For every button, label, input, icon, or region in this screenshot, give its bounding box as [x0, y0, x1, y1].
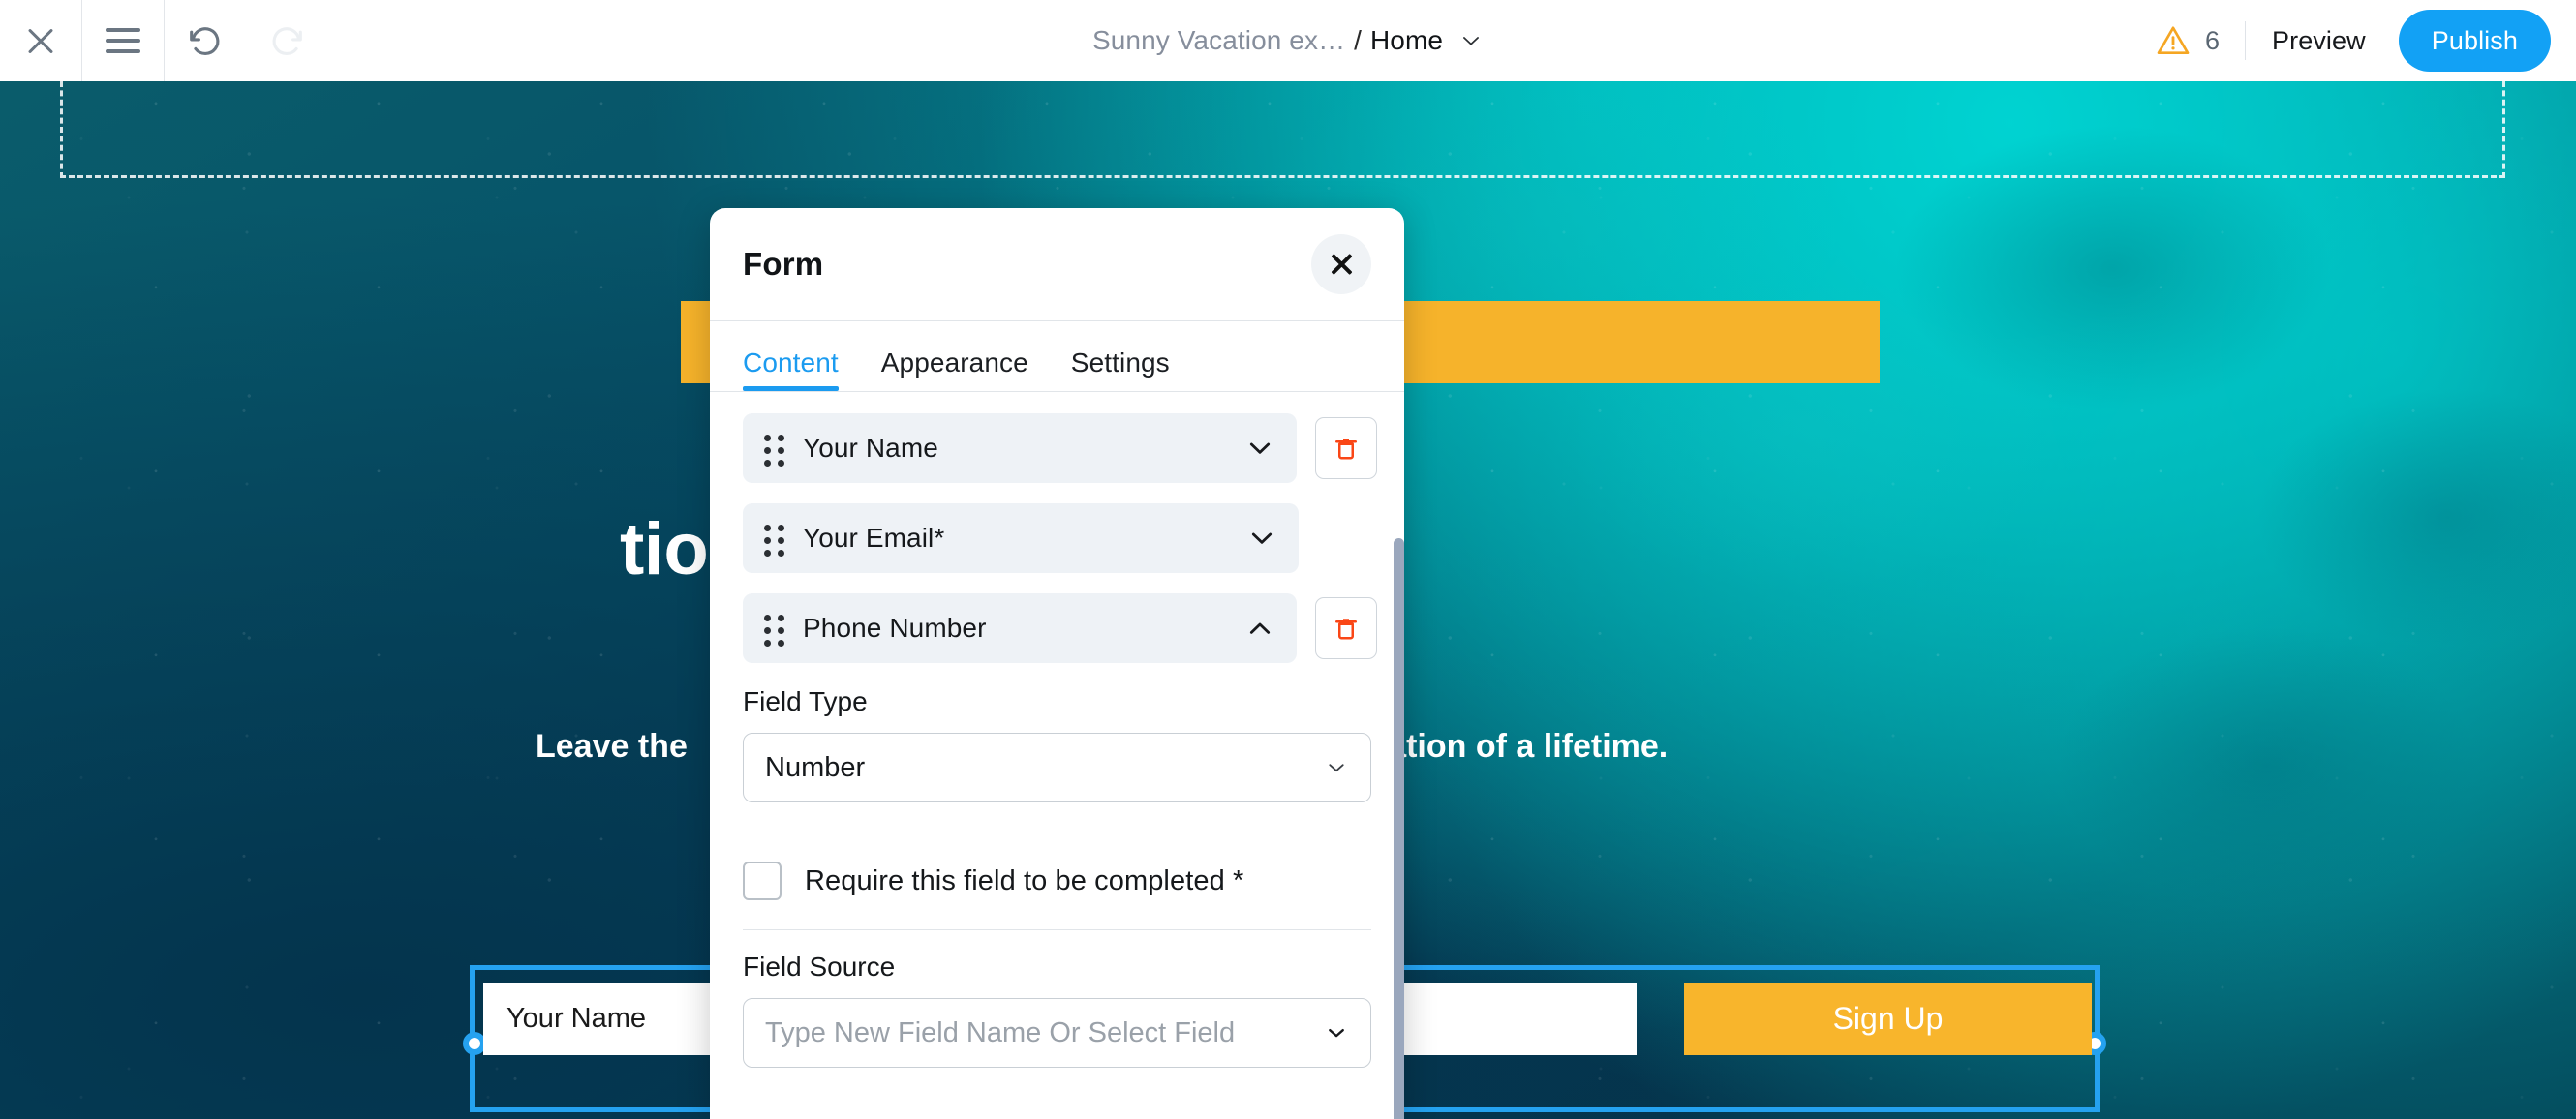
panel-scrollbar[interactable]: [1394, 538, 1404, 1119]
redo-icon: [272, 27, 302, 55]
hamburger-menu-icon: [106, 28, 140, 53]
chevron-down-icon: [1324, 1020, 1349, 1045]
undo-icon: [190, 27, 220, 55]
chevron-down-icon: [1324, 755, 1349, 780]
delete-field-button[interactable]: [1315, 597, 1377, 659]
chevron-up-icon[interactable]: [1244, 613, 1275, 644]
panel-divider-2: [743, 929, 1371, 930]
preview-button[interactable]: Preview: [2272, 26, 2366, 56]
editor-root: Sunny Vacation ex… / Home 6 Preview Publ…: [0, 0, 2576, 1119]
breadcrumb-separator: /: [1354, 25, 1362, 55]
drag-handle-icon[interactable]: [764, 435, 785, 467]
tab-appearance[interactable]: Appearance: [881, 348, 1028, 391]
field-item-your-name[interactable]: Your Name: [743, 413, 1297, 483]
issues-indicator[interactable]: 6: [2154, 21, 2220, 60]
warning-triangle-icon: [2157, 26, 2190, 55]
issues-count: 6: [2204, 25, 2220, 55]
panel-content: Your Name Your Email* Phone Number Field…: [710, 392, 1404, 1068]
signup-name-placeholder: Your Name: [506, 1003, 647, 1034]
panel-header: Form: [710, 208, 1404, 320]
panel-scrollbar-thumb[interactable]: [1394, 538, 1404, 1119]
form-field-row: Your Name: [710, 413, 1404, 483]
breadcrumb[interactable]: Sunny Vacation ex… / Home: [1092, 25, 1484, 56]
close-editor-button[interactable]: [0, 0, 81, 81]
chevron-down-icon[interactable]: [1458, 28, 1484, 53]
toolbar-actions: 6 Preview Publish: [2154, 0, 2576, 81]
close-icon: [24, 24, 57, 57]
field-type-value: Number: [765, 751, 866, 783]
editor-toolbar: Sunny Vacation ex… / Home 6 Preview Publ…: [0, 0, 2576, 81]
field-type-select[interactable]: Number: [743, 733, 1371, 802]
close-icon: [1329, 252, 1354, 277]
field-source-placeholder: Type New Field Name Or Select Field: [765, 1016, 1236, 1048]
chevron-down-icon[interactable]: [1244, 433, 1275, 464]
menu-button[interactable]: [82, 0, 164, 81]
panel-close-button[interactable]: [1311, 234, 1371, 294]
field-item-your-email[interactable]: Your Email*: [743, 503, 1299, 573]
signup-submit-label: Sign Up: [1832, 1001, 1944, 1036]
tab-content[interactable]: Content: [743, 348, 839, 391]
delete-field-button[interactable]: [1315, 417, 1377, 479]
field-label: Your Email*: [803, 523, 945, 553]
field-type-label: Field Type: [743, 686, 868, 716]
hero-subline-1-left: Leave the: [536, 728, 688, 765]
field-source-select[interactable]: Type New Field Name Or Select Field: [743, 998, 1371, 1068]
field-label: Phone Number: [803, 613, 987, 643]
field-item-phone-number[interactable]: Phone Number: [743, 593, 1297, 663]
field-source-label: Field Source: [743, 952, 896, 982]
require-field-checkbox-row[interactable]: Require this field to be completed *: [710, 862, 1404, 900]
breadcrumb-site-name: Sunny Vacation ex…: [1091, 25, 1346, 55]
panel-tabs: Content Appearance Settings: [710, 321, 1404, 391]
form-field-row: Your Email*: [710, 503, 1404, 573]
undo-button[interactable]: [165, 0, 246, 81]
signup-submit-button[interactable]: Sign Up: [1684, 983, 2092, 1055]
drag-handle-icon[interactable]: [764, 525, 785, 557]
drag-handle-icon[interactable]: [764, 615, 785, 647]
redo-button[interactable]: [246, 0, 327, 81]
publish-button-label: Publish: [2431, 25, 2518, 55]
require-field-checkbox[interactable]: [743, 862, 782, 900]
breadcrumb-page-name: Home: [1369, 25, 1444, 55]
chevron-down-icon[interactable]: [1246, 523, 1277, 554]
publish-button[interactable]: Publish: [2398, 10, 2551, 72]
trash-icon: [1335, 619, 1357, 640]
form-settings-panel: Form Content Appearance Settings Your Na…: [710, 208, 1404, 1119]
toolbar-divider-3: [2245, 21, 2246, 60]
form-field-row: Phone Number: [710, 593, 1404, 663]
trash-icon: [1335, 439, 1357, 460]
field-label: Your Name: [803, 433, 938, 463]
panel-title: Form: [743, 246, 824, 282]
require-field-label: Require this field to be completed *: [805, 864, 1244, 896]
tab-settings[interactable]: Settings: [1071, 348, 1170, 391]
